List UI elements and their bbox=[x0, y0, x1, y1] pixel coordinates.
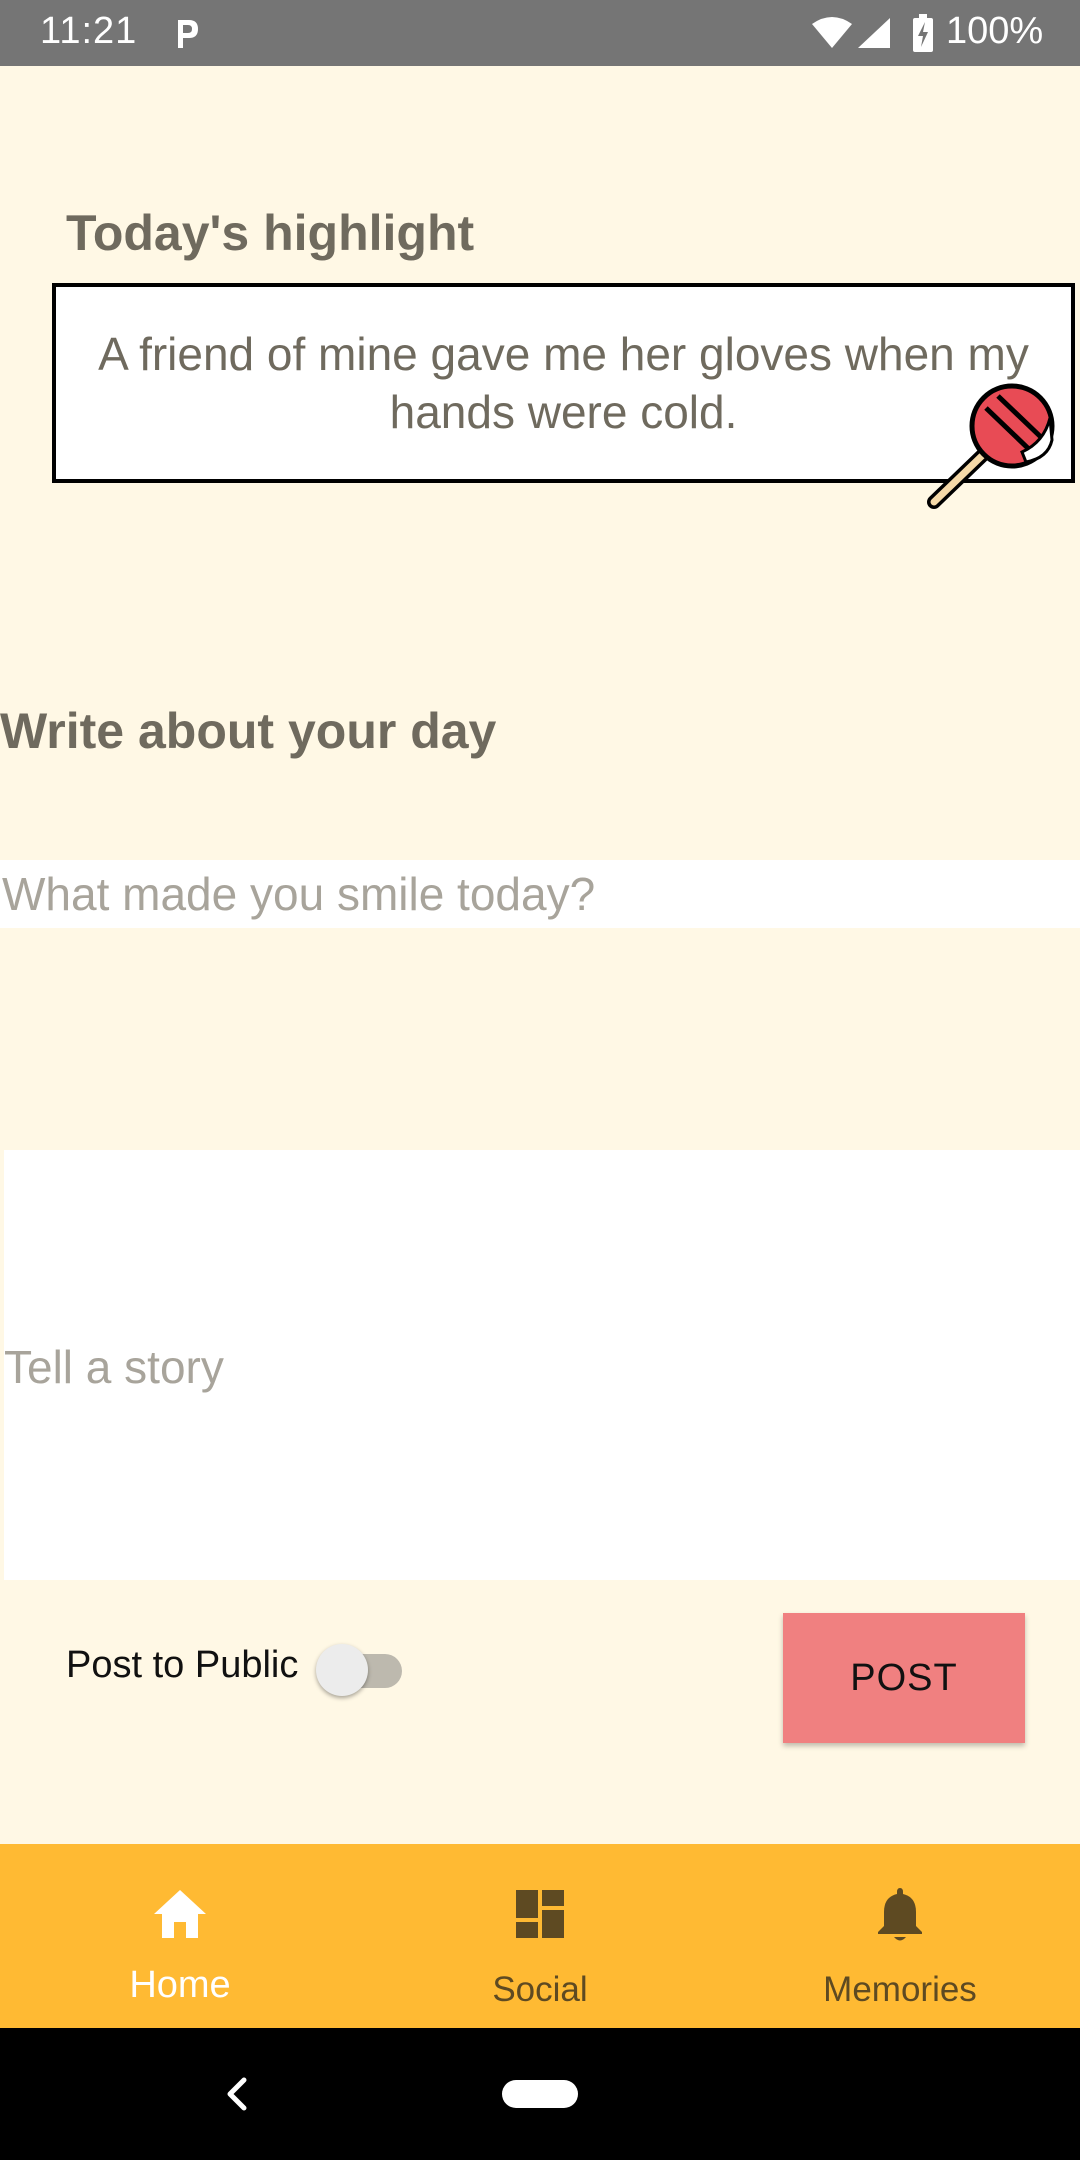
nav-label-memories: Memories bbox=[823, 1970, 977, 2009]
wifi-icon bbox=[812, 17, 852, 48]
parking-icon bbox=[178, 20, 198, 48]
nav-label-home: Home bbox=[129, 1964, 231, 2006]
toggle-thumb bbox=[316, 1644, 368, 1696]
smile-input[interactable] bbox=[0, 860, 1080, 928]
battery-percentage: 100% bbox=[946, 10, 1044, 52]
nav-item-social[interactable]: Social bbox=[360, 1844, 720, 2028]
post-to-public-label: Post to Public bbox=[66, 1644, 299, 1686]
back-icon[interactable] bbox=[222, 2074, 252, 2114]
nav-item-home[interactable]: Home bbox=[0, 1844, 360, 2028]
highlight-text: A friend of mine gave me her gloves when… bbox=[98, 328, 1029, 438]
home-pill[interactable] bbox=[502, 2080, 578, 2108]
highlight-title: Today's highlight bbox=[66, 205, 475, 261]
nav-label-social: Social bbox=[492, 1970, 588, 2009]
battery-charging-icon bbox=[913, 14, 933, 52]
dashboard-icon bbox=[516, 1890, 564, 1938]
nav-item-memories[interactable]: Memories bbox=[720, 1844, 1080, 2028]
lollipop-icon bbox=[927, 383, 1055, 509]
story-input[interactable] bbox=[4, 1150, 1080, 1580]
signal-icon bbox=[858, 18, 890, 48]
post-button[interactable]: POST bbox=[783, 1613, 1025, 1743]
write-title: Write about your day bbox=[0, 703, 497, 759]
bottom-navigation: Home Social Memories bbox=[0, 1844, 1080, 2028]
bell-icon bbox=[878, 1888, 922, 1941]
status-time: 11:21 bbox=[40, 10, 138, 52]
post-to-public-toggle[interactable] bbox=[316, 1644, 406, 1696]
home-icon bbox=[154, 1890, 206, 1938]
status-bar: 11:21 100% bbox=[0, 0, 1080, 66]
system-navigation-bar bbox=[0, 2028, 1080, 2160]
